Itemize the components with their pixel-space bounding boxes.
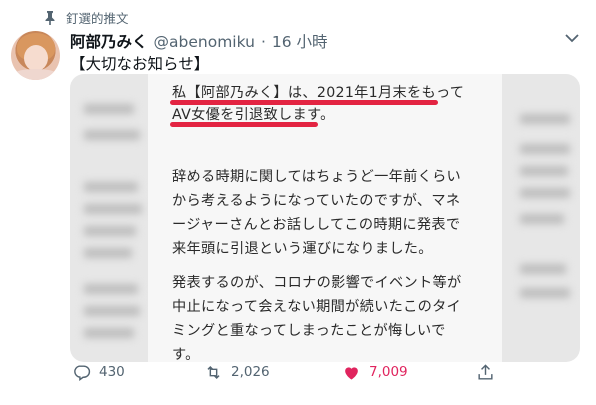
announcement-line: す。 [172, 347, 200, 362]
announcement-line: 来年頭に引退という運びになりました。 [172, 241, 433, 257]
pinned-label: 釘選的推文 [66, 11, 129, 26]
heart-icon [345, 366, 358, 380]
tweet-image[interactable]: 私【阿部乃みく】は、2021年1月末をもって AV女優を引退致します。 辞める時… [70, 74, 580, 362]
announcement-card: 私【阿部乃みく】は、2021年1月末をもって AV女優を引退致します。 辞める時… [148, 74, 502, 362]
retweet-count: 2,026 [231, 364, 270, 380]
share-button[interactable] [476, 363, 495, 382]
retweet-icon [207, 365, 220, 379]
header-separator: · [260, 33, 266, 51]
reply-button[interactable]: 430 [72, 363, 125, 382]
share-icon [478, 363, 493, 380]
pinned-indicator: 釘選的推文 [44, 8, 129, 27]
chevron-down-icon[interactable] [565, 28, 579, 47]
announcement-line: 私【阿部乃みく】は、2021年1月末をもって [172, 85, 465, 101]
announcement-line: 発表するのが、コロナの影響でイベント等が [172, 275, 462, 291]
author-name[interactable]: 阿部乃みく [70, 30, 148, 52]
announcement-line: 辞める時期に関してはちょうど一年前くらい [172, 169, 462, 185]
pin-icon [45, 10, 55, 25]
like-button[interactable]: 7,009 [342, 363, 408, 382]
announcement-line: から考えるようになっていたのですが、マネ [172, 193, 461, 209]
announcement-line: ミングと重なってしまったことが悔しいで [172, 323, 446, 339]
like-count: 7,009 [369, 364, 408, 380]
reply-count: 430 [99, 364, 125, 380]
tweet-header: 阿部乃みく @abenomiku · 16 小時 [70, 30, 328, 52]
announcement-line: AV女優を引退致します。 [172, 107, 335, 123]
announcement-line: 中止になって会えない期間が続いたこのタイ [172, 299, 462, 315]
reply-icon [74, 364, 91, 381]
author-handle[interactable]: @abenomiku [154, 33, 255, 51]
tweet-text: 【大切なお知らせ】 [70, 55, 210, 73]
announcement-line: ージャーさんとお話ししてこの時期に発表で [172, 217, 461, 233]
retweet-button[interactable]: 2,026 [204, 363, 270, 382]
tweet-time[interactable]: 16 小時 [272, 30, 328, 52]
red-underline [170, 122, 318, 127]
avatar[interactable] [11, 31, 60, 80]
